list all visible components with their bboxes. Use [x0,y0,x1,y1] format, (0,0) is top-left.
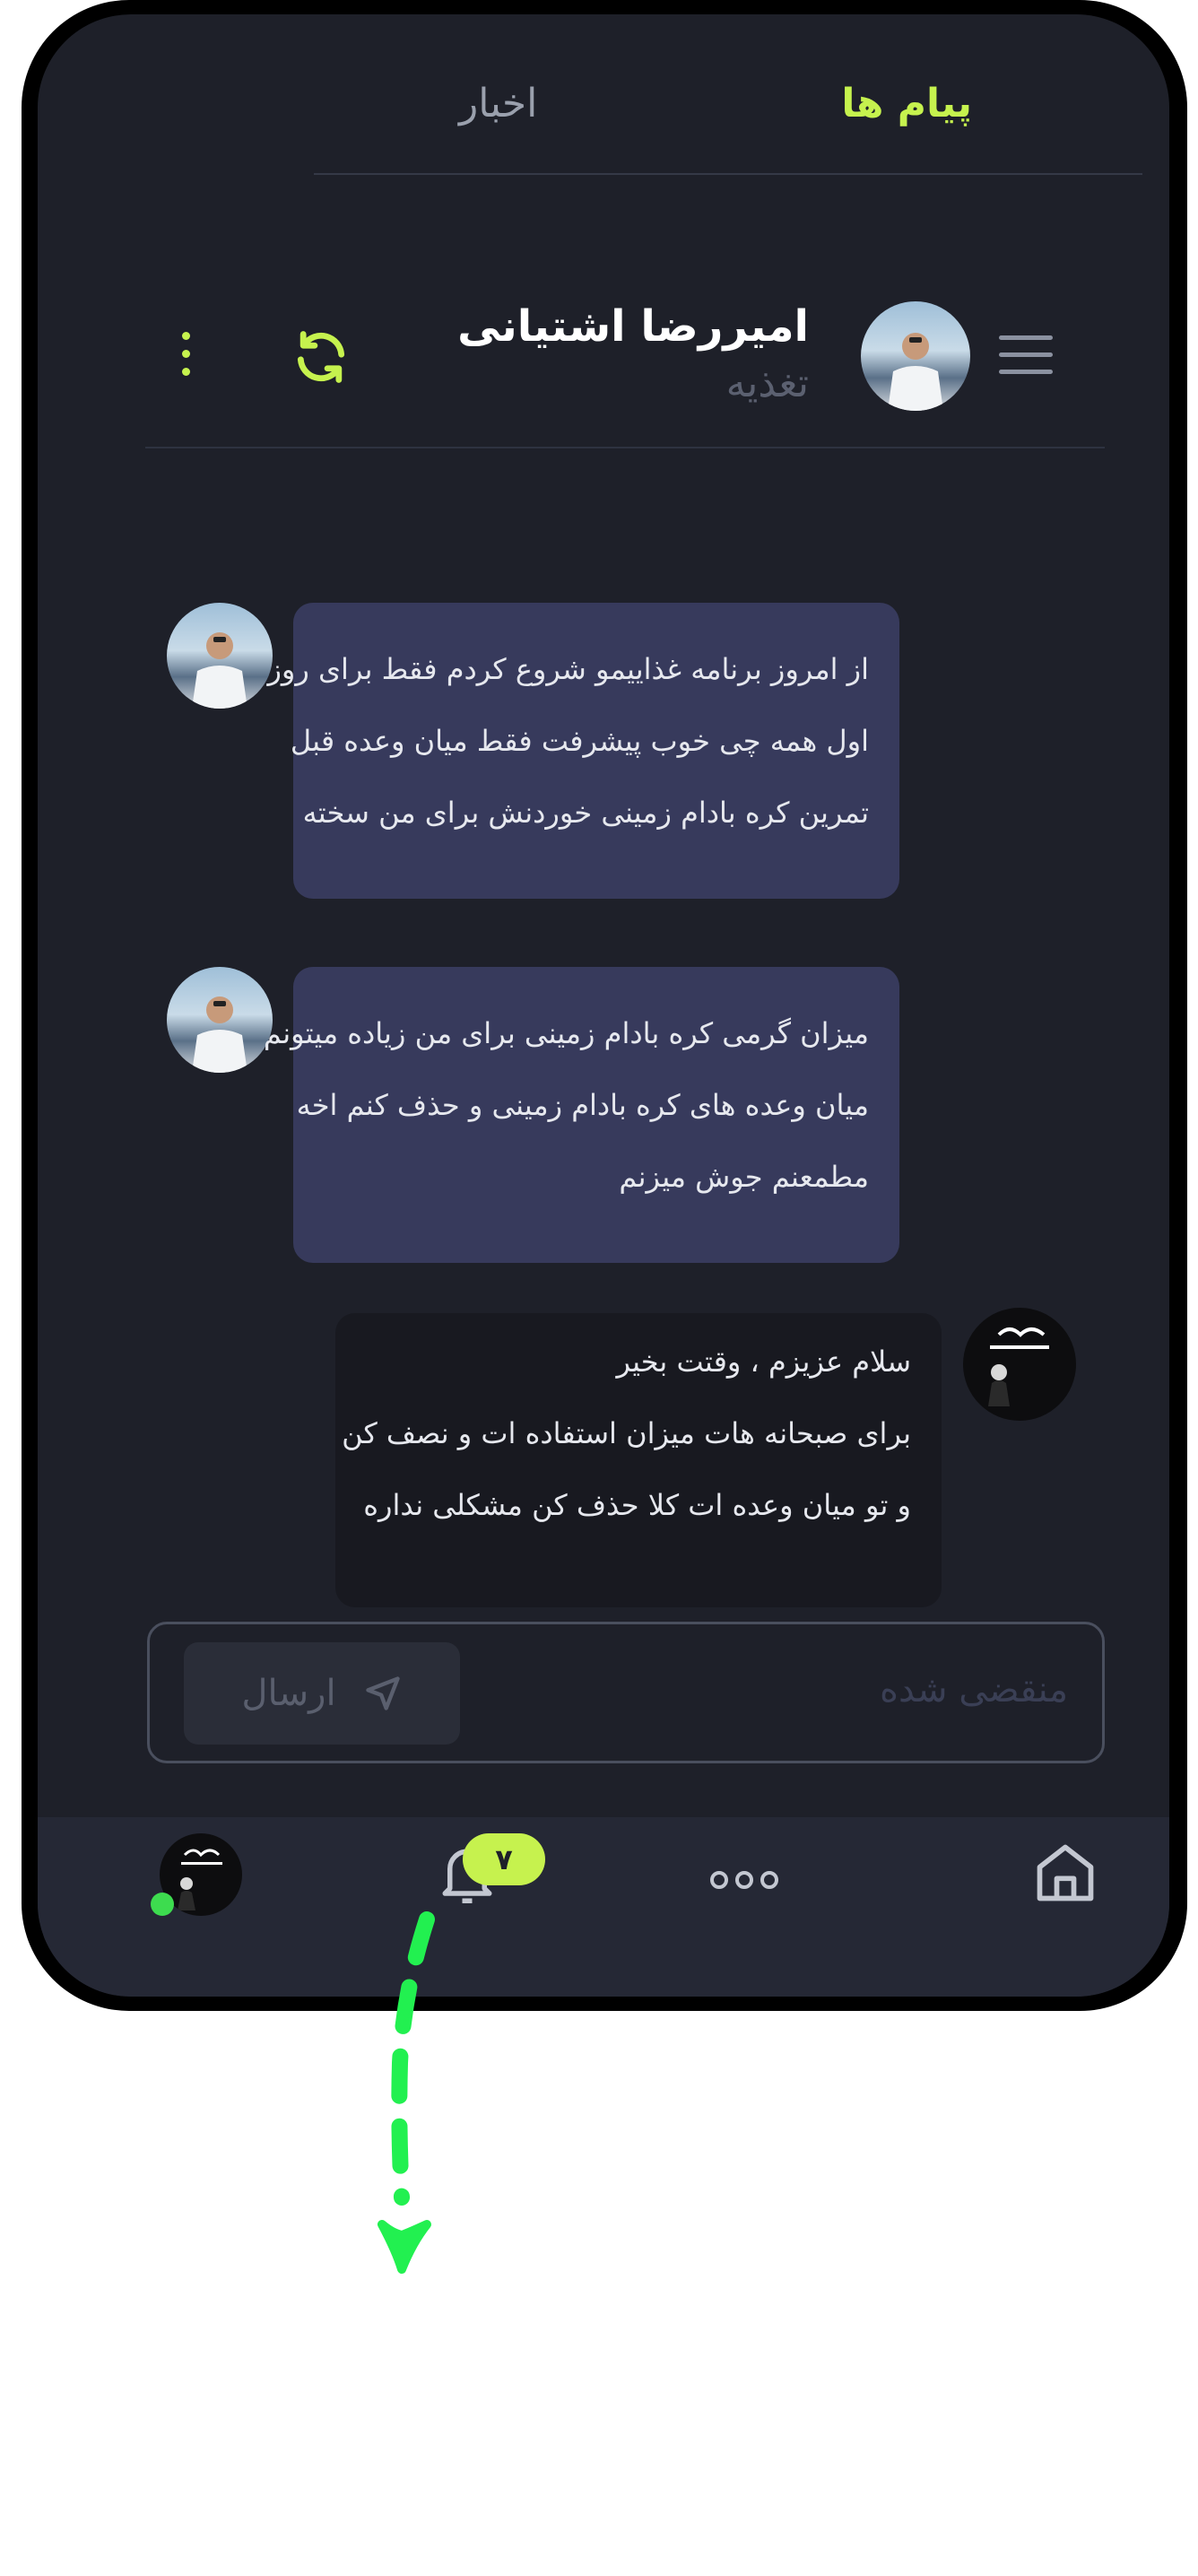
tab-divider [314,173,1142,175]
message-bubble: از امروز برنامه غذاییمو شروع کردم فقط بر… [267,603,899,899]
tab-messages[interactable]: پیام ها [841,81,972,126]
app-screen: پیام ها اخبار امیررضا اشتیانی تغذیه از ا… [38,14,1169,1997]
send-label: ارسال [241,1673,336,1714]
message-line: و تو میان وعده ات کلا حذف کن مشکلی نداره [363,1488,911,1522]
message-bubble-outgoing: سلام عزیزم ، وقتت بخیر برای صبحانه هات م… [335,1313,942,1607]
refresh-icon[interactable] [291,326,352,387]
header-divider [145,447,1105,448]
contact-avatar[interactable] [861,301,970,411]
swipe-down-arrow [378,1911,435,2274]
message-line: مطمعنم جوش میزنم [619,1160,869,1194]
send-icon [365,1676,400,1710]
more-dots-icon[interactable] [708,1869,780,1891]
more-vert-icon[interactable] [179,332,192,382]
tab-news[interactable]: اخبار [459,81,537,126]
home-icon[interactable] [1031,1837,1099,1909]
avatar [167,967,273,1073]
contact-name: امیررضا اشتیانی [457,301,809,352]
send-button[interactable]: ارسال [184,1642,460,1745]
avatar [167,603,273,709]
message-line: میان وعده های کره بادام زمینی و حذف کنم … [296,1088,869,1122]
message-line: میزان گرمی کره بادام زمینی برای من زیاده… [263,1016,869,1050]
online-indicator [151,1893,174,1916]
message-line: سلام عزیزم ، وقتت بخیر [616,1345,911,1379]
contact-subtitle: تغذیه [725,361,809,406]
message-input[interactable]: منقضی شده [880,1669,1068,1710]
brand-avatar [963,1308,1076,1421]
phone-frame: پیام ها اخبار امیررضا اشتیانی تغذیه از ا… [22,0,1187,2011]
menu-icon[interactable] [999,335,1053,375]
message-line: برای صبحانه هات میزان استفاده ات و نصف ک… [342,1416,911,1450]
message-line: از امروز برنامه غذاییمو شروع کردم فقط بر… [267,652,869,686]
message-composer[interactable]: منقضی شده ارسال [147,1622,1105,1763]
message-line: تمرین کره بادام زمینی خوردنش برای من سخت… [302,796,869,830]
message-bubble: میزان گرمی کره بادام زمینی برای من زیاده… [263,967,899,1263]
message-line: اول همه چی خوب پیشرفت فقط میان وعده قبل [290,724,869,758]
notification-badge: ۷ [463,1833,545,1885]
